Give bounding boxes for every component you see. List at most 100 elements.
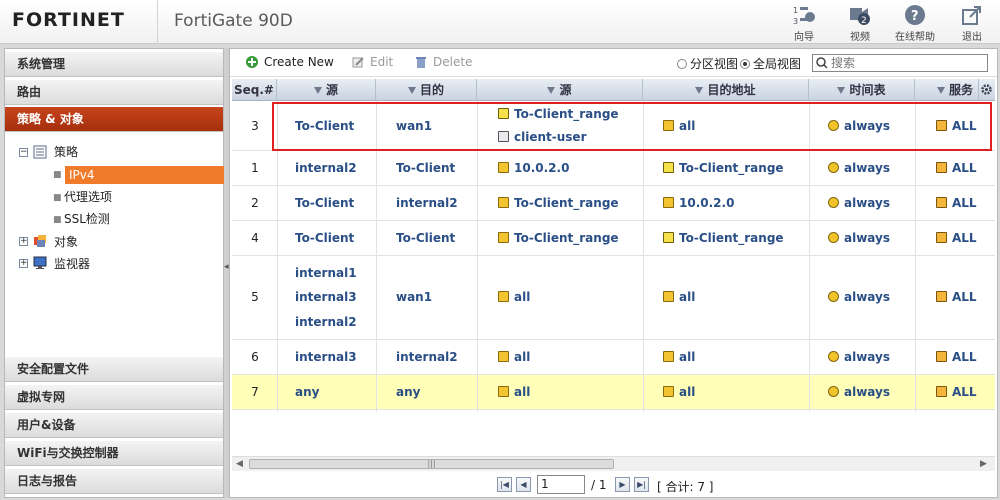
destination-interface[interactable]: any [396,385,420,399]
seq-number: 2 [251,195,259,210]
destination-address-item[interactable]: To-Client_range [663,161,784,175]
table-row[interactable]: 6 internal3 internal2 all all always ALL [232,340,995,375]
table-row[interactable]: 2 To-Client internal2 To-Client_range 10.0.2… [232,186,995,221]
scroll-left-icon[interactable]: ◀ [236,459,243,469]
pagination: |◀ ◀ 1 / 1 ▶ ▶| [ 合计: 7 ] [232,472,995,497]
prev-page-button[interactable]: ◀ [516,477,531,492]
sidebar-item-router[interactable]: 路由 [5,80,223,105]
schedule[interactable]: always [828,161,890,175]
service[interactable]: ALL [936,231,977,245]
section-view-radio[interactable]: 分区视图 [677,55,738,72]
sidebar-item-wifi-switch[interactable]: WiFi与交换控制器 [5,441,223,466]
destination-address-item[interactable]: all [663,290,695,304]
table-header: Seq.# 源 目的 源 目的地址 时间表 服务 [232,79,995,101]
table-row[interactable]: 7 any any all all always ALL [232,375,995,410]
destination-interface[interactable]: wan1 [396,290,432,304]
col-destination-interface[interactable]: 目的 [376,79,477,101]
edit-button[interactable]: Edit [352,55,393,69]
source-interface[interactable]: internal3 [295,350,357,364]
scrollbar-thumb[interactable]: ||| [249,459,614,469]
video-button[interactable]: 2 视频 [835,4,885,43]
table-row[interactable]: 4 To-Client To-Client To-Client_range To-Cli… [232,221,995,256]
destination-address-item[interactable]: all [663,385,695,399]
header-divider [157,0,158,44]
table-row[interactable]: 1 internal2 To-Client 10.0.2.0 To-Client_ran… [232,151,995,186]
source-interface[interactable]: internal1 [295,266,357,280]
col-seq[interactable]: Seq.# [232,79,277,101]
tree-monitor[interactable]: 监视器 [54,254,90,274]
global-view-radio[interactable]: 全局视图 [740,55,801,72]
destination-interface[interactable]: To-Client [396,231,455,245]
destination-address-item[interactable]: all [663,350,695,364]
sidebar-item-security-profiles[interactable]: 安全配置文件 [5,357,223,382]
tree-expand-monitor[interactable]: + [19,259,28,268]
source-interface[interactable]: internal2 [295,315,357,329]
source-interface[interactable]: internal3 [295,290,357,304]
source-interface[interactable]: internal2 [295,161,357,175]
col-source-address[interactable]: 源 [477,79,643,101]
schedule[interactable]: always [828,196,890,210]
col-schedule[interactable]: 时间表 [809,79,915,101]
tree-expand-objects[interactable]: + [19,237,28,246]
tree-bullet: ■ [53,193,62,203]
page-number-input[interactable]: 1 [537,475,585,494]
col-service[interactable]: 服务 [915,79,979,101]
tree-proxy-options[interactable]: 代理选项 [64,187,112,207]
next-page-button[interactable]: ▶ [615,477,630,492]
address-icon [498,161,509,173]
delete-button[interactable]: Delete [415,55,472,69]
source-address-item[interactable]: all [498,290,530,304]
column-settings-gear-icon[interactable] [980,83,993,99]
service[interactable]: ALL [936,385,977,399]
tree-ssl-inspection[interactable]: SSL检测 [64,209,110,229]
horizontal-scrollbar[interactable]: ◀ ||| ▶ [232,456,995,471]
tree-collapse-policy[interactable]: − [19,148,28,157]
source-interface[interactable]: To-Client [295,196,354,210]
destination-interface[interactable]: To-Client [396,161,455,175]
destination-address-item[interactable]: To-Client_range [663,231,784,245]
source-address-item[interactable]: To-Client_range [498,196,619,210]
address-icon [498,231,509,243]
col-source-interface[interactable]: 源 [277,79,376,101]
first-page-button[interactable]: |◀ [497,477,512,492]
last-page-button[interactable]: ▶| [634,477,649,492]
source-interface[interactable]: To-Client [295,231,354,245]
schedule[interactable]: always [828,385,890,399]
col-destination-address[interactable]: 目的地址 [643,79,809,101]
service[interactable]: ALL [936,290,977,304]
table-row[interactable]: 5 internal1 internal3 internal2 wan1 all all al… [232,256,995,340]
create-new-button[interactable]: Create New [246,55,334,69]
source-address-item[interactable]: To-Client_range [498,231,619,245]
search-input[interactable]: 搜索 [812,54,988,72]
address-icon [498,291,509,302]
sidebar-item-system[interactable]: 系统管理 [5,52,223,77]
address-icon [663,350,674,362]
wizard-icon: 13 [792,4,816,26]
tree-policy[interactable]: 策略 [54,142,78,162]
svg-text:1: 1 [793,6,798,15]
scroll-right-icon[interactable]: ▶ [980,459,987,469]
sidebar-item-vpn[interactable]: 虚拟专网 [5,385,223,410]
tree-objects[interactable]: 对象 [54,232,78,252]
wizard-button[interactable]: 13 向导 [779,4,829,43]
sidebar-item-user-device[interactable]: 用户&设备 [5,413,223,438]
logout-button[interactable]: 退出 [947,4,997,43]
schedule[interactable]: always [828,290,890,304]
help-button[interactable]: ? 在线帮助 [890,4,940,43]
service[interactable]: ALL [936,350,977,364]
sidebar-item-log-report[interactable]: 日志与报告 [5,469,223,494]
source-address-item[interactable]: 10.0.2.0 [498,161,569,175]
schedule[interactable]: always [828,231,890,245]
total-count: [ 合计: 7 ] [657,480,714,494]
service[interactable]: ALL [936,196,977,210]
source-address-item[interactable]: all [498,385,530,399]
sidebar-item-policy-objects[interactable]: 策略 & 对象 [5,107,223,132]
source-interface[interactable]: any [295,385,319,399]
tree-ipv4[interactable]: IPv4 [65,166,225,184]
destination-address-item[interactable]: 10.0.2.0 [663,196,734,210]
source-address-item[interactable]: all [498,350,530,364]
schedule[interactable]: always [828,350,890,364]
destination-interface[interactable]: internal2 [396,350,458,364]
destination-interface[interactable]: internal2 [396,196,458,210]
service[interactable]: ALL [936,161,977,175]
